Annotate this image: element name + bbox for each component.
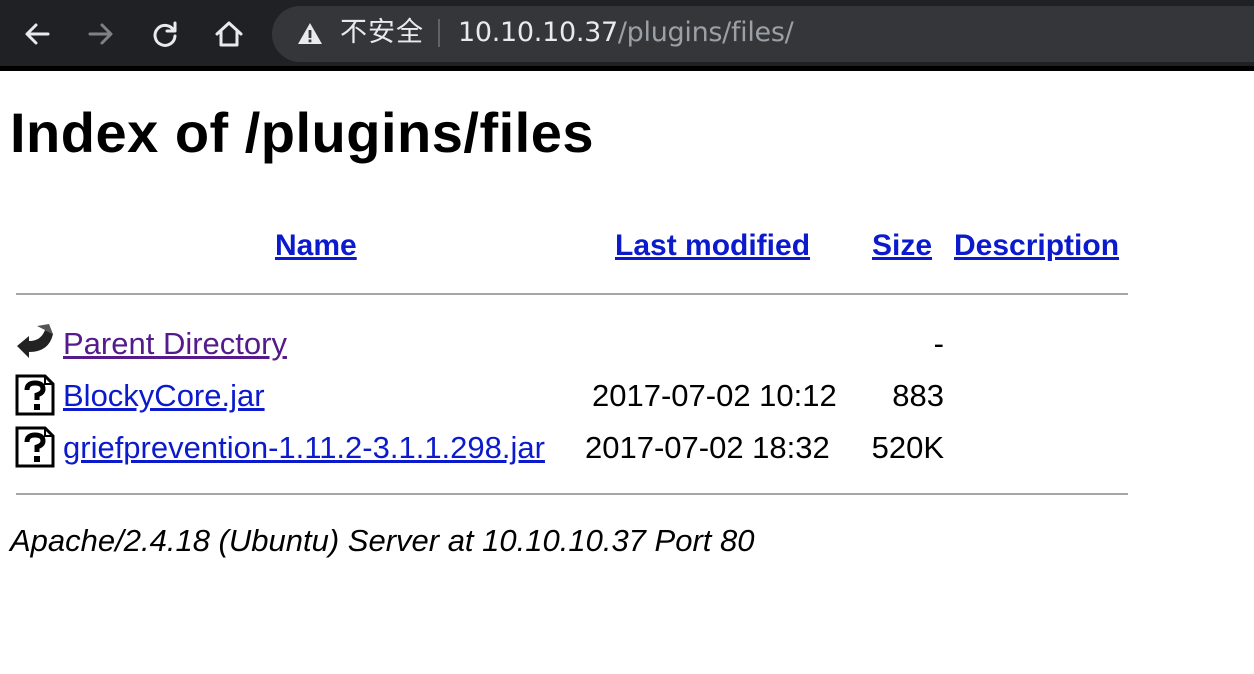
back-arrow-icon — [17, 324, 53, 358]
divider-bottom — [16, 493, 1128, 495]
row-size: - — [933, 326, 944, 361]
reload-icon — [153, 21, 177, 47]
list-item-griefprevention-jar[interactable]: griefprevention-1.11.2-3.1.1.298.jar — [63, 429, 545, 467]
unknown-file-icon — [15, 426, 55, 468]
reload-button[interactable] — [145, 14, 185, 54]
page-title: Index of /plugins/files — [10, 101, 594, 164]
column-header-name[interactable]: Name — [275, 227, 357, 265]
forward-arrow-icon — [88, 23, 113, 45]
home-icon — [215, 21, 243, 47]
row-last-modified: 2017-07-02 18:32 — [585, 430, 830, 465]
column-header-description[interactable]: Description — [954, 227, 1119, 265]
back-arrow-icon — [25, 23, 50, 45]
column-header-last-modified[interactable]: Last modified — [615, 227, 810, 265]
divider-top — [16, 293, 1128, 295]
url-path: /plugins/files/ — [617, 17, 794, 48]
unknown-file-icon — [15, 374, 55, 416]
browser-toolbar: 不安全 10.10.10.37/plugins/files/ — [0, 0, 1254, 66]
page-content: Index of /plugins/files Name Last modifi… — [0, 71, 1254, 674]
list-item-blockycore-jar[interactable]: BlockyCore.jar — [63, 377, 265, 415]
url-host: 10.10.10.37 — [458, 17, 618, 48]
home-button[interactable] — [209, 14, 249, 54]
back-button[interactable] — [17, 14, 57, 54]
warning-icon[interactable] — [296, 20, 324, 48]
row-size: 520K — [871, 430, 944, 465]
server-signature: Apache/2.4.18 (Ubuntu) Server at 10.10.1… — [10, 523, 755, 558]
forward-button[interactable] — [81, 14, 121, 54]
row-last-modified: 2017-07-02 10:12 — [592, 378, 837, 413]
address-separator — [438, 19, 440, 47]
column-header-size[interactable]: Size — [872, 227, 932, 265]
url-text[interactable]: 10.10.10.37/plugins/files/ — [458, 16, 794, 50]
security-label[interactable]: 不安全 — [340, 16, 424, 50]
list-item-parent-directory[interactable]: Parent Directory — [63, 325, 287, 363]
row-size: 883 — [892, 378, 944, 413]
